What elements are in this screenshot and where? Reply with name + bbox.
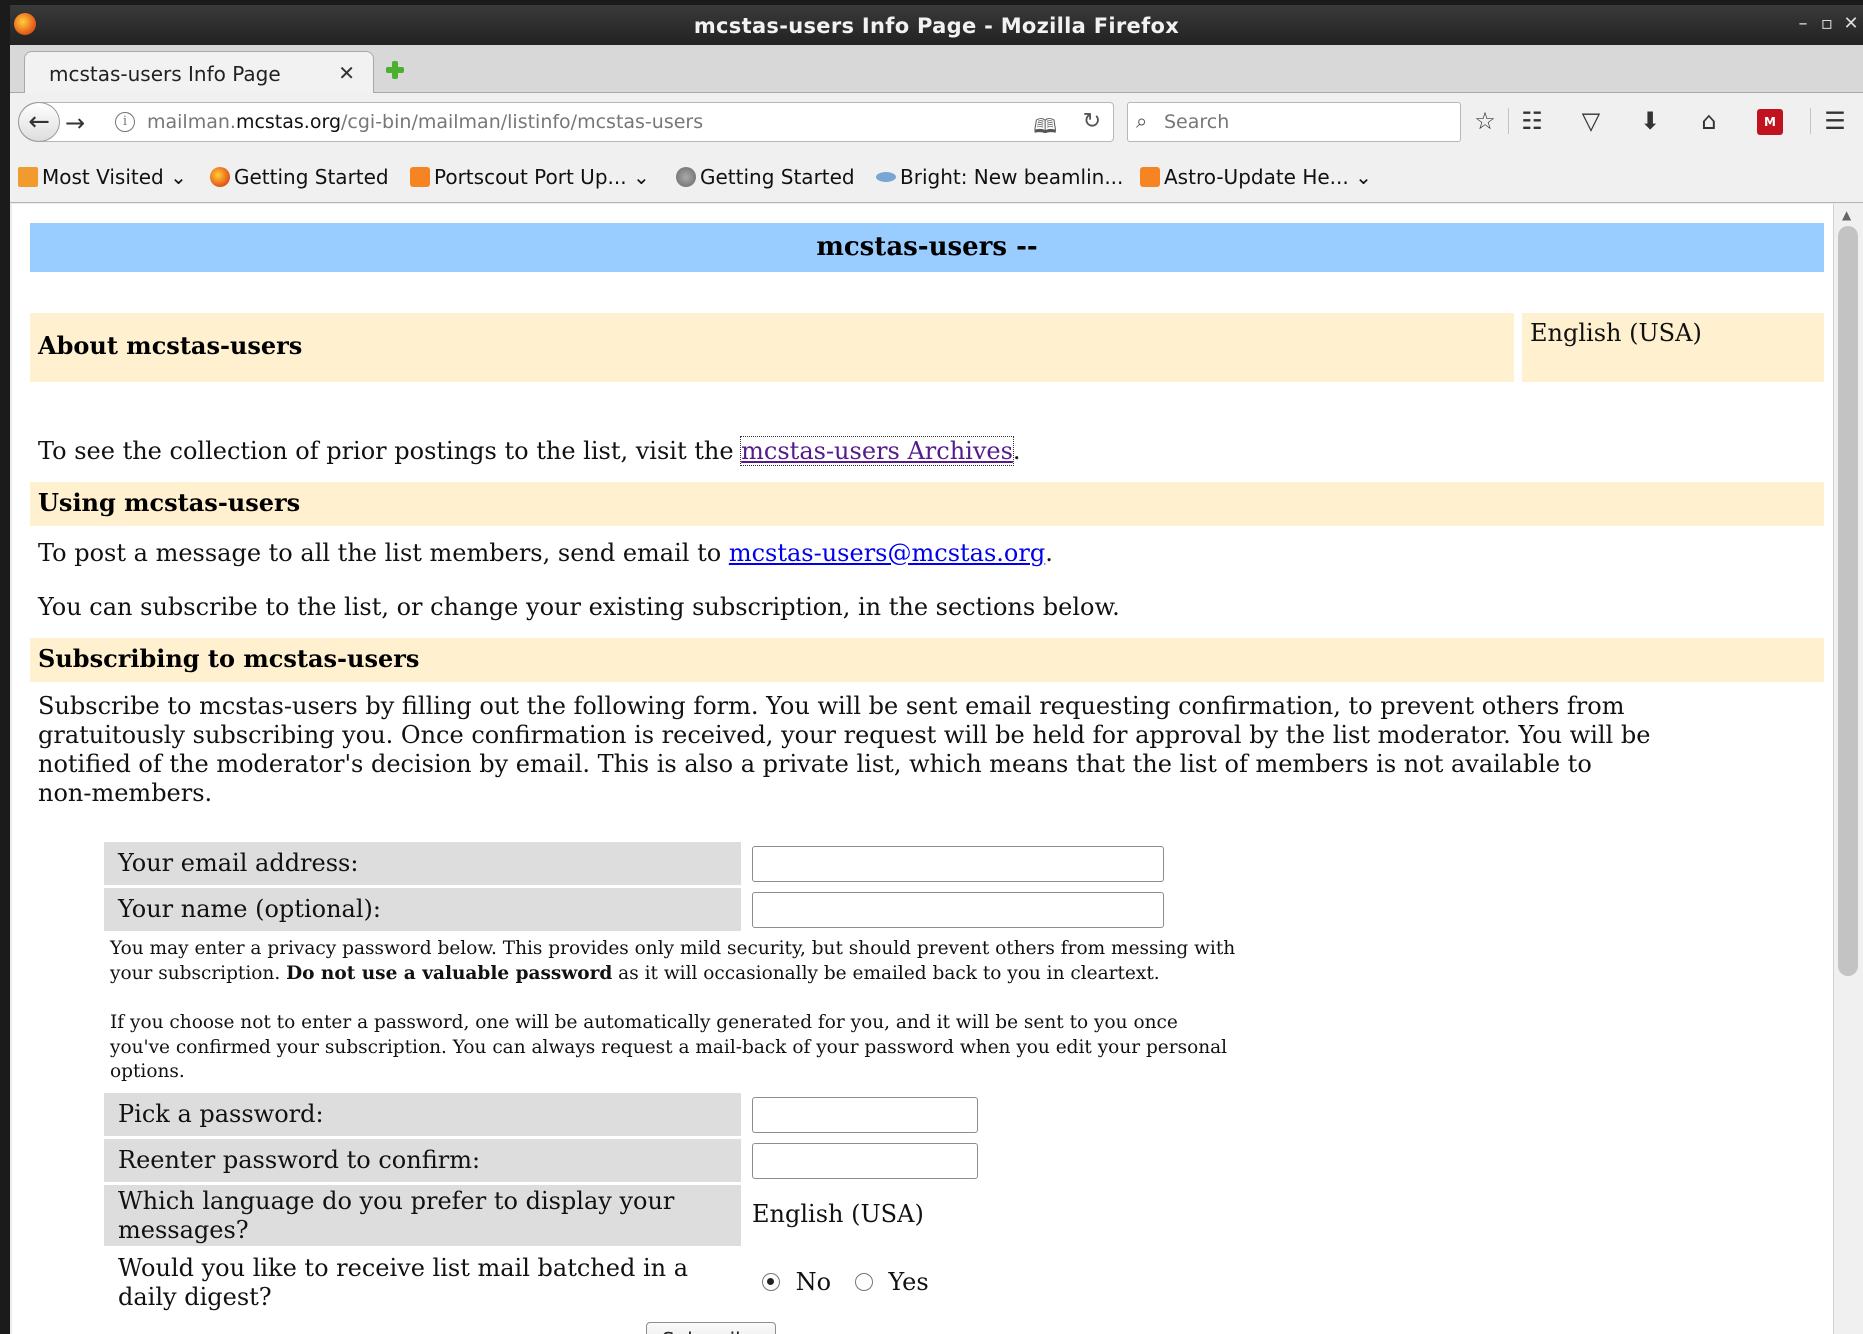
- password-confirm-field[interactable]: [752, 1143, 978, 1179]
- chevron-down-icon: ⌄: [163, 165, 187, 189]
- home-icon[interactable]: ⌂: [1694, 106, 1724, 136]
- folder-icon: [18, 167, 38, 187]
- new-tab-plus-icon[interactable]: [385, 60, 405, 80]
- subscribe-button[interactable]: Subscribe: [646, 1322, 776, 1334]
- using-heading: Using mcstas-users: [38, 488, 301, 517]
- privacy-note: You may enter a privacy password below. …: [110, 938, 1236, 984]
- digest-question: Would you like to receive list mail batc…: [104, 1250, 741, 1312]
- post-paragraph: To post a message to all the list member…: [38, 539, 1053, 567]
- pocket-icon[interactable]: ▽: [1576, 106, 1606, 136]
- rss-icon: [410, 167, 430, 187]
- subscribing-section-header: Subscribing to mcstas-users: [30, 638, 1824, 682]
- download-arrow-icon[interactable]: ⬇: [1635, 106, 1665, 136]
- digest-no-radio[interactable]: [762, 1273, 780, 1291]
- navigation-bar: ← → i mailman.mcstas.org/cgi-bin/mailman…: [10, 93, 1863, 153]
- url-prefix: mailman.: [147, 111, 236, 133]
- digest-options: No Yes: [762, 1268, 929, 1297]
- scroll-up-arrow-icon[interactable]: ▲: [1842, 208, 1851, 222]
- scroll-thumb[interactable]: [1838, 226, 1858, 976]
- search-input[interactable]: [1164, 108, 1444, 136]
- reading-list-icon[interactable]: ☷: [1517, 106, 1547, 136]
- email-field[interactable]: [752, 846, 1164, 882]
- bookmark-bright[interactable]: Bright: New beamlin...: [876, 165, 1123, 189]
- globe-icon: [676, 167, 696, 187]
- minimize-button[interactable]: –: [1794, 13, 1812, 34]
- digest-yes-label: Yes: [888, 1268, 929, 1296]
- language-value: English (USA): [752, 1200, 924, 1228]
- bookmark-portscout[interactable]: Portscout Port Up... ⌄: [410, 165, 650, 189]
- tab-bar: mcstas-users Info Page ✕: [10, 45, 1863, 93]
- bookmark-getting-started[interactable]: Getting Started: [210, 165, 389, 189]
- password-label: Pick a password:: [104, 1093, 741, 1136]
- subscribe-intro: You can subscribe to the list, or change…: [38, 593, 1120, 621]
- reload-icon[interactable]: ↻: [1083, 109, 1101, 134]
- language-cell: English (USA): [1522, 313, 1824, 382]
- bookmark-getting-started-2[interactable]: Getting Started: [676, 165, 855, 189]
- page-scrollbar[interactable]: ▲: [1833, 204, 1863, 1334]
- archives-link[interactable]: mcstas-users Archives: [740, 436, 1014, 466]
- name-label: Your name (optional):: [104, 888, 741, 931]
- site-info-icon[interactable]: i: [115, 112, 135, 132]
- digest-yes-radio[interactable]: [854, 1273, 873, 1291]
- bookmark-star-icon[interactable]: ☆: [1470, 106, 1500, 136]
- url-bar[interactable]: ← → i mailman.mcstas.org/cgi-bin/mailman…: [18, 102, 1114, 142]
- password-confirm-label: Reenter password to confirm:: [104, 1139, 741, 1182]
- subscribing-heading: Subscribing to mcstas-users: [38, 644, 420, 673]
- toolbar-separator: [1810, 108, 1811, 134]
- bookmark-astro-update[interactable]: Astro-Update He... ⌄: [1140, 165, 1372, 189]
- chevron-down-icon: ⌄: [1348, 165, 1372, 189]
- hamburger-menu-icon[interactable]: ☰: [1820, 106, 1850, 136]
- close-window-button[interactable]: ✕: [1842, 13, 1860, 34]
- chevron-down-icon: ⌄: [626, 165, 650, 189]
- page-content: mcstas-users -- About mcstas-users Engli…: [12, 204, 1833, 1334]
- about-heading: About mcstas-users: [38, 331, 303, 360]
- email-label: Your email address:: [104, 842, 741, 885]
- archive-paragraph: To see the collection of prior postings …: [38, 436, 1021, 466]
- tab-label: mcstas-users Info Page: [49, 62, 281, 86]
- list-banner: mcstas-users --: [30, 223, 1824, 272]
- title-bar: mcstas-users Info Page - Mozilla Firefox…: [10, 5, 1863, 45]
- search-icon: ⌕: [1136, 109, 1148, 133]
- language-question: Which language do you prefer to display …: [104, 1185, 741, 1246]
- window-title: mcstas-users Info Page - Mozilla Firefox: [693, 14, 1180, 38]
- extension-icon[interactable]: M: [1757, 109, 1783, 135]
- bookmarks-toolbar: Most Visited ⌄ Getting Started Portscout…: [10, 153, 1863, 203]
- bookmark-most-visited[interactable]: Most Visited ⌄: [18, 165, 187, 189]
- rss-icon: [1140, 167, 1160, 187]
- url-path: /cgi-bin/mailman/listinfo/mcstas-users: [341, 111, 704, 133]
- reader-view-icon[interactable]: 🕮: [1033, 112, 1057, 146]
- bright-icon: [876, 172, 896, 182]
- firefox-icon: [210, 167, 230, 187]
- maximize-button[interactable]: ▫: [1818, 13, 1836, 34]
- url-text[interactable]: mailman.mcstas.org/cgi-bin/mailman/listi…: [147, 111, 703, 133]
- auto-password-note: If you choose not to enter a password, o…: [110, 1012, 1228, 1082]
- back-arrow-icon[interactable]: ←: [18, 102, 60, 142]
- password-field[interactable]: [752, 1097, 978, 1133]
- tab-mcstas-users[interactable]: mcstas-users Info Page ✕: [24, 51, 374, 93]
- browser-window: mcstas-users Info Page - Mozilla Firefox…: [10, 5, 1863, 1334]
- about-section-header: About mcstas-users: [30, 313, 1514, 382]
- using-section-header: Using mcstas-users: [30, 482, 1824, 526]
- name-field[interactable]: [752, 892, 1164, 928]
- url-domain: mcstas.org: [235, 111, 342, 133]
- search-bar[interactable]: ⌕: [1127, 102, 1461, 142]
- subscribe-description: Subscribe to mcstas-users by filling out…: [38, 692, 1651, 807]
- close-tab-icon[interactable]: ✕: [338, 61, 355, 85]
- list-email-link[interactable]: mcstas-users@mcstas.org: [729, 539, 1045, 567]
- forward-arrow-icon[interactable]: →: [65, 109, 85, 137]
- toolbar-separator: [1508, 108, 1509, 134]
- digest-no-label: No: [795, 1268, 832, 1296]
- page-title: mcstas-users --: [816, 232, 1038, 262]
- language-label: English (USA): [1530, 319, 1702, 347]
